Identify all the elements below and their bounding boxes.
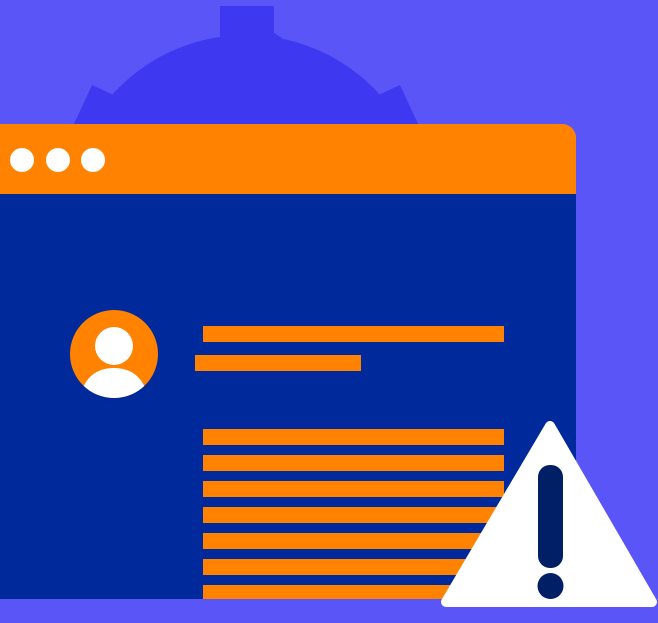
user-avatar-icon: [70, 310, 158, 398]
window-dot-3: [81, 148, 105, 172]
illustration-scene: [0, 0, 658, 623]
window-title-bar: [0, 124, 576, 194]
avatar-figure: [80, 327, 148, 398]
header-line-1: [203, 326, 504, 342]
warning-triangle-icon: [441, 421, 657, 607]
window-dot-2: [46, 148, 70, 172]
header-line-2: [195, 355, 361, 371]
window-dot-1: [10, 148, 34, 172]
